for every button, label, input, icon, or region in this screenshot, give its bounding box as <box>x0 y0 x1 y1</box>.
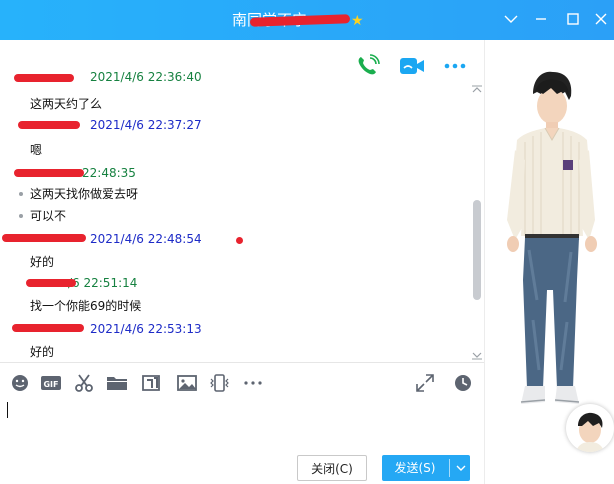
message-sender-row: 2021/4/6 22:53:13 <box>0 318 470 340</box>
send-button[interactable]: 发送(S) <box>382 455 470 481</box>
redaction-mark <box>26 279 76 287</box>
message-sender-row: /6 22:51:14 <box>0 272 470 294</box>
expand-icon[interactable] <box>414 372 436 394</box>
star-icon: ★ <box>351 13 364 29</box>
image-icon[interactable] <box>176 372 198 394</box>
unread-dot <box>236 237 243 244</box>
message-sender-row: 2021/4/6 22:48:54 <box>0 228 470 250</box>
text-caret <box>7 402 8 418</box>
redaction-mark <box>12 324 84 332</box>
message-item[interactable]: 找一个你能69的时候 <box>0 294 470 316</box>
message-item[interactable]: 这两天约了么 <box>0 92 470 114</box>
message-item[interactable]: 这两天找你做爱去呀 <box>0 182 470 204</box>
message-item[interactable]: 可以不 <box>0 204 470 226</box>
message-text: 找一个你能69的时候 <box>30 299 142 313</box>
avatar[interactable] <box>566 404 614 452</box>
gif-icon[interactable]: GIF <box>40 372 62 394</box>
scroll-up-icon[interactable] <box>471 84 483 94</box>
history-clock-icon[interactable] <box>452 372 474 394</box>
folder-icon[interactable] <box>106 372 128 394</box>
image-search-icon[interactable] <box>140 372 162 394</box>
redaction-mark <box>2 234 86 242</box>
scroll-down-icon[interactable] <box>471 349 483 360</box>
message-sender-row: 22:48:35 <box>0 162 470 184</box>
title-bar[interactable]: 南同学不宁 ★ <box>0 0 614 40</box>
message-list[interactable]: 2021/4/6 22:36:40 这两天约了么 2021/4/6 22:37:… <box>0 72 470 362</box>
chevron-down-icon[interactable] <box>500 8 522 30</box>
message-item[interactable]: 好的 <box>0 250 470 272</box>
message-sender-row: 2021/4/6 22:37:27 <box>0 114 470 136</box>
message-text: 这两天找你做爱去呀 <box>30 187 139 201</box>
close-button[interactable]: 关闭(C) <box>297 455 367 481</box>
message-text: 好的 <box>30 345 55 359</box>
bullet-dot <box>19 192 23 196</box>
scissors-icon[interactable] <box>73 372 95 394</box>
close-icon[interactable] <box>590 8 612 30</box>
divider <box>0 362 484 363</box>
redaction-mark <box>18 121 80 129</box>
message-text: 这两天约了么 <box>30 97 103 111</box>
message-input[interactable] <box>0 398 484 448</box>
input-toolbar: GIF <box>0 366 484 398</box>
message-text: 可以不 <box>30 209 67 223</box>
emoji-icon[interactable] <box>9 372 31 394</box>
phone-shake-icon[interactable] <box>208 372 230 394</box>
maximize-icon[interactable] <box>562 8 584 30</box>
character-figure <box>507 71 597 404</box>
message-item[interactable]: 好的 <box>0 340 470 362</box>
minimize-icon[interactable] <box>530 8 552 30</box>
redaction-mark <box>14 74 74 82</box>
button-divider <box>449 459 450 477</box>
bullet-dot <box>19 214 23 218</box>
redaction-mark <box>14 169 84 177</box>
window-title: 南同学不宁 ★ <box>232 10 382 30</box>
scroll-thumb[interactable] <box>473 200 481 300</box>
svg-text:GIF: GIF <box>43 380 58 389</box>
message-item[interactable]: 嗯 <box>0 138 470 160</box>
message-sender-row: 2021/4/6 22:36:40 <box>0 72 470 88</box>
more-dots-icon[interactable] <box>242 372 264 394</box>
message-text: 嗯 <box>30 143 43 157</box>
message-text: 好的 <box>30 255 55 269</box>
send-button-label: 发送(S) <box>394 461 436 475</box>
chevron-down-icon[interactable] <box>452 455 470 481</box>
